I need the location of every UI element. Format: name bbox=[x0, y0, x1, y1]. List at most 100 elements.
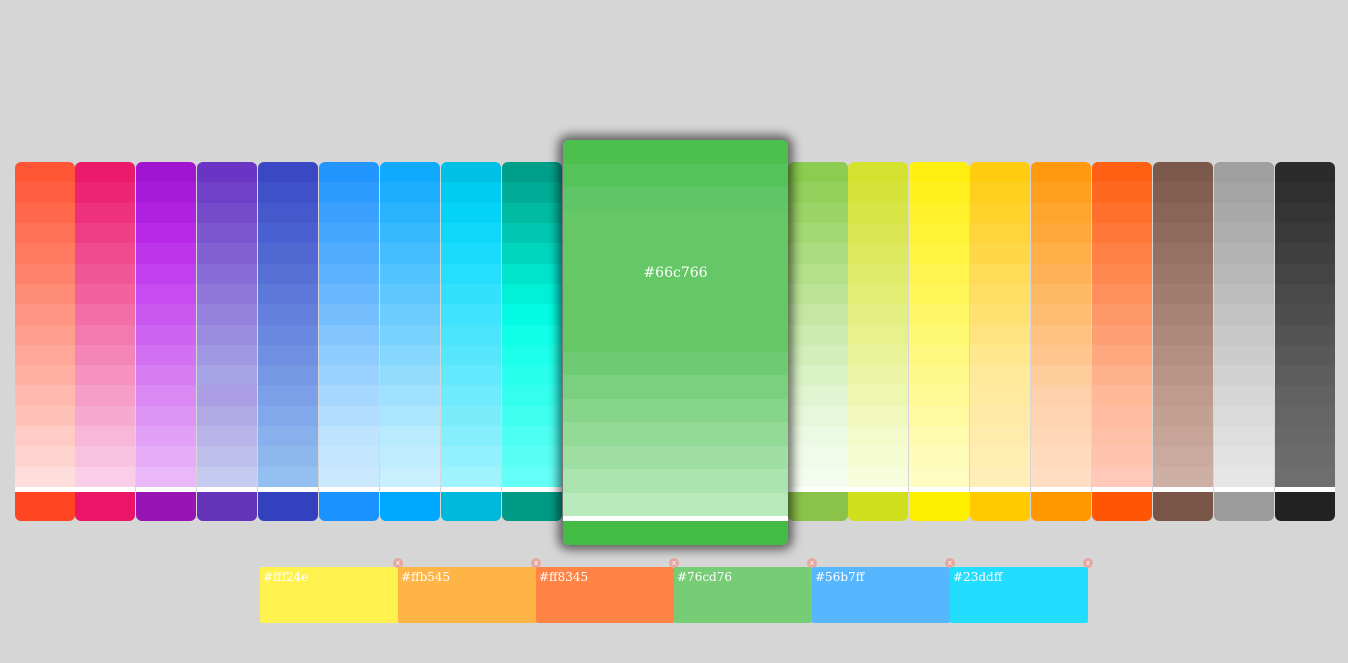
shade-swatch[interactable] bbox=[909, 365, 969, 386]
shade-swatch[interactable] bbox=[197, 182, 257, 203]
shade-swatch[interactable] bbox=[502, 202, 562, 223]
shade-swatch[interactable] bbox=[502, 182, 562, 203]
shade-swatch[interactable] bbox=[1153, 466, 1213, 487]
palette-column-teal[interactable] bbox=[502, 162, 562, 521]
base-color-swatch[interactable] bbox=[1092, 492, 1152, 521]
shade-swatch[interactable] bbox=[1275, 365, 1335, 386]
shade-swatch[interactable] bbox=[1031, 283, 1091, 305]
shade-swatch[interactable] bbox=[1092, 162, 1152, 183]
shade-swatch[interactable] bbox=[441, 385, 501, 406]
shade-swatch[interactable] bbox=[788, 182, 848, 203]
shade-swatch[interactable] bbox=[970, 344, 1030, 366]
shade-swatch[interactable] bbox=[75, 324, 135, 345]
shade-swatch[interactable] bbox=[1153, 446, 1213, 467]
shade-swatch[interactable] bbox=[788, 385, 848, 406]
shade-swatch[interactable] bbox=[788, 426, 848, 447]
base-color-swatch[interactable] bbox=[258, 492, 318, 521]
shade-swatch[interactable] bbox=[1275, 385, 1335, 406]
shade-swatch[interactable] bbox=[319, 243, 379, 264]
shade-swatch[interactable] bbox=[136, 344, 196, 366]
shade-swatch[interactable] bbox=[258, 182, 318, 203]
shade-swatch[interactable] bbox=[441, 344, 501, 366]
palette-column-lime[interactable] bbox=[848, 162, 908, 521]
shade-swatch[interactable] bbox=[258, 222, 318, 244]
shade-swatch[interactable] bbox=[1092, 385, 1152, 406]
shade-swatch[interactable] bbox=[136, 426, 196, 447]
shade-swatch[interactable] bbox=[502, 162, 562, 183]
shade-swatch[interactable] bbox=[1092, 263, 1152, 284]
shade-swatch[interactable] bbox=[319, 304, 379, 325]
palette-column-grey[interactable] bbox=[1214, 162, 1274, 521]
shade-swatch[interactable] bbox=[197, 324, 257, 345]
shade-swatch[interactable] bbox=[319, 182, 379, 203]
shade-swatch[interactable] bbox=[1153, 304, 1213, 325]
shade-swatch[interactable] bbox=[1214, 405, 1274, 427]
shade-swatch[interactable] bbox=[441, 304, 501, 325]
shade-swatch[interactable] bbox=[848, 283, 908, 305]
shade-swatch[interactable] bbox=[1275, 182, 1335, 203]
base-color-swatch[interactable] bbox=[319, 492, 379, 521]
shade-swatch[interactable] bbox=[788, 202, 848, 223]
saved-color-swatch[interactable]: #56b7ff x bbox=[812, 558, 955, 623]
shade-swatch[interactable] bbox=[136, 202, 196, 223]
shade-swatch[interactable] bbox=[1153, 263, 1213, 284]
shade-swatch[interactable] bbox=[15, 446, 75, 467]
shade-swatch[interactable] bbox=[1214, 202, 1274, 223]
shade-swatch[interactable] bbox=[319, 446, 379, 467]
shade-swatch[interactable] bbox=[258, 162, 318, 183]
shade-swatch[interactable] bbox=[1214, 324, 1274, 345]
shade-swatch[interactable] bbox=[197, 385, 257, 406]
shade-swatch[interactable] bbox=[15, 263, 75, 284]
base-color-swatch[interactable] bbox=[1153, 492, 1213, 521]
shade-swatch[interactable] bbox=[788, 283, 848, 305]
base-color-swatch[interactable] bbox=[909, 492, 969, 521]
shade-swatch[interactable] bbox=[319, 283, 379, 305]
shade-swatch[interactable] bbox=[970, 405, 1030, 427]
shade-swatch[interactable] bbox=[1031, 243, 1091, 264]
base-color-swatch[interactable] bbox=[788, 492, 848, 521]
shade-swatch[interactable] bbox=[197, 446, 257, 467]
base-color-swatch[interactable] bbox=[1275, 492, 1335, 521]
shade-swatch[interactable] bbox=[788, 446, 848, 467]
shade-swatch[interactable] bbox=[502, 304, 562, 325]
shade-swatch[interactable] bbox=[197, 304, 257, 325]
shade-swatch[interactable] bbox=[15, 385, 75, 406]
shade-swatch[interactable] bbox=[1214, 385, 1274, 406]
shade-swatch[interactable] bbox=[136, 263, 196, 284]
shade-swatch[interactable] bbox=[75, 202, 135, 223]
shade-swatch[interactable] bbox=[197, 283, 257, 305]
palette-column-orange[interactable] bbox=[1031, 162, 1091, 521]
shade-swatch[interactable] bbox=[1031, 344, 1091, 366]
shade-swatch[interactable] bbox=[1092, 405, 1152, 427]
shade-swatch[interactable] bbox=[15, 426, 75, 447]
shade-swatch[interactable] bbox=[319, 324, 379, 345]
shade-swatch[interactable] bbox=[15, 365, 75, 386]
shade-swatch[interactable] bbox=[15, 182, 75, 203]
shade-swatch[interactable] bbox=[75, 222, 135, 244]
palette-column-brown[interactable] bbox=[1153, 162, 1213, 521]
shade-swatch[interactable] bbox=[380, 405, 440, 427]
shade-swatch[interactable] bbox=[909, 243, 969, 264]
shade-swatch[interactable] bbox=[136, 243, 196, 264]
base-color-swatch[interactable] bbox=[848, 492, 908, 521]
shade-swatch[interactable] bbox=[15, 202, 75, 223]
shade-swatch[interactable] bbox=[848, 426, 908, 447]
shade-swatch[interactable] bbox=[258, 405, 318, 427]
shade-swatch[interactable] bbox=[502, 344, 562, 366]
saved-color-swatch[interactable]: #fff24e x bbox=[260, 558, 403, 623]
shade-swatch[interactable] bbox=[136, 466, 196, 487]
shade-swatch[interactable] bbox=[848, 162, 908, 183]
shade-swatch[interactable] bbox=[848, 324, 908, 345]
shade-swatch[interactable] bbox=[909, 263, 969, 284]
shade-swatch[interactable] bbox=[258, 202, 318, 223]
shade-swatch[interactable] bbox=[441, 222, 501, 244]
shade-swatch[interactable] bbox=[258, 365, 318, 386]
shade-swatch[interactable] bbox=[1092, 202, 1152, 223]
shade-swatch[interactable] bbox=[1275, 344, 1335, 366]
shade-swatch[interactable] bbox=[1275, 466, 1335, 487]
shade-swatch[interactable] bbox=[848, 222, 908, 244]
shade-swatch[interactable] bbox=[502, 324, 562, 345]
shade-swatch[interactable] bbox=[788, 466, 848, 487]
shade-swatch[interactable] bbox=[1275, 263, 1335, 284]
shade-swatch[interactable] bbox=[1275, 324, 1335, 345]
